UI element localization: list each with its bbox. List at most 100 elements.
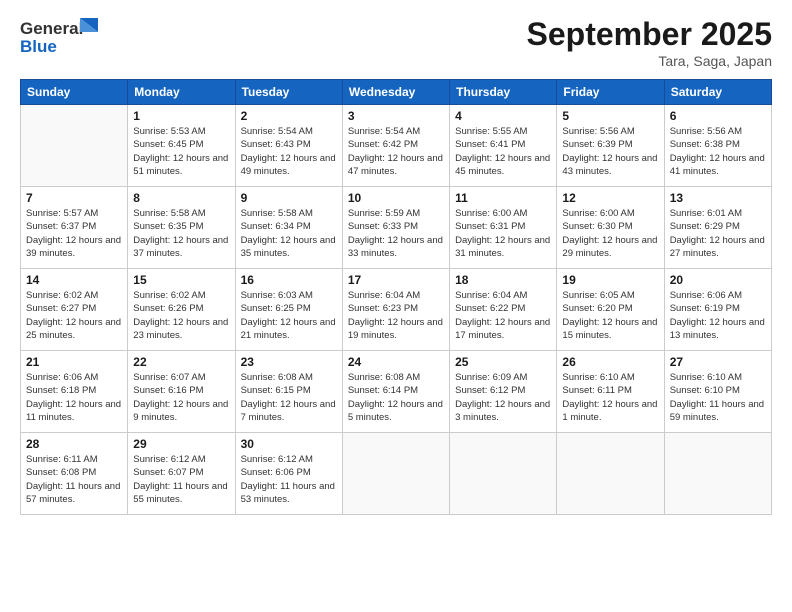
day-number: 27 [670,355,766,369]
day-number: 13 [670,191,766,205]
day-info: Sunrise: 5:56 AMSunset: 6:39 PMDaylight:… [562,125,658,178]
day-info: Sunrise: 6:11 AMSunset: 6:08 PMDaylight:… [26,453,122,506]
day-number: 20 [670,273,766,287]
day-info: Sunrise: 6:02 AMSunset: 6:27 PMDaylight:… [26,289,122,342]
calendar-cell: 3Sunrise: 5:54 AMSunset: 6:42 PMDaylight… [342,105,449,187]
calendar-cell: 7 Sunrise: 5:57 AMSunset: 6:37 PMDaylight… [21,187,128,269]
calendar-cell: 14 Sunrise: 6:02 AMSunset: 6:27 PMDayligh… [21,269,128,351]
calendar-cell: 5Sunrise: 5:56 AMSunset: 6:39 PMDaylight… [557,105,664,187]
title-area: September 2025 Tara, Saga, Japan [527,16,772,69]
calendar-cell: 15 Sunrise: 6:02 AMSunset: 6:26 PMDayligh… [128,269,235,351]
day-info: Sunrise: 5:54 AMSunset: 6:43 PMDaylight:… [241,125,337,178]
day-info: Sunrise: 6:00 AMSunset: 6:30 PMDaylight:… [562,207,658,260]
header: General Blue September 2025 Tara, Saga, … [20,16,772,69]
day-number: 4 [455,109,551,123]
day-number: 8 [133,191,229,205]
calendar-table: Sunday Monday Tuesday Wednesday Thursday… [20,79,772,515]
day-info: Sunrise: 6:06 AMSunset: 6:19 PMDaylight:… [670,289,766,342]
day-number: 7 [26,191,122,205]
day-number: 26 [562,355,658,369]
calendar-cell: 28 Sunrise: 6:11 AMSunset: 6:08 PMDayligh… [21,433,128,515]
calendar-cell: 24Sunrise: 6:08 AMSunset: 6:14 PMDayligh… [342,351,449,433]
day-info: Sunrise: 6:02 AMSunset: 6:26 PMDaylight:… [133,289,229,342]
calendar-cell: 27 Sunrise: 6:10 AMSunset: 6:10 PMDayligh… [664,351,771,433]
day-info: Sunrise: 5:55 AMSunset: 6:41 PMDaylight:… [455,125,551,178]
day-number: 30 [241,437,337,451]
day-info: Sunrise: 6:01 AMSunset: 6:29 PMDaylight:… [670,207,766,260]
day-number: 12 [562,191,658,205]
calendar-cell: 29 Sunrise: 6:12 AMSunset: 6:07 PMDayligh… [128,433,235,515]
day-info: Sunrise: 5:56 AMSunset: 6:38 PMDaylight:… [670,125,766,178]
calendar-cell: 12 Sunrise: 6:00 AMSunset: 6:30 PMDayligh… [557,187,664,269]
day-info: Sunrise: 5:57 AMSunset: 6:37 PMDaylight:… [26,207,122,260]
day-number: 10 [348,191,444,205]
day-number: 24 [348,355,444,369]
calendar-cell: 18 Sunrise: 6:04 AMSunset: 6:22 PMDayligh… [450,269,557,351]
day-info: Sunrise: 6:12 AMSunset: 6:07 PMDaylight:… [133,453,229,506]
calendar-cell: 4 Sunrise: 5:55 AMSunset: 6:41 PMDaylight… [450,105,557,187]
day-info: Sunrise: 6:10 AMSunset: 6:10 PMDaylight:… [670,371,766,424]
day-info: Sunrise: 5:58 AMSunset: 6:34 PMDaylight:… [241,207,337,260]
calendar-cell: 25 Sunrise: 6:09 AMSunset: 6:12 PMDayligh… [450,351,557,433]
day-number: 17 [348,273,444,287]
calendar-cell: 30 Sunrise: 6:12 AMSunset: 6:06 PMDayligh… [235,433,342,515]
calendar-week-3: 14 Sunrise: 6:02 AMSunset: 6:27 PMDayligh… [21,269,772,351]
calendar-week-4: 21 Sunrise: 6:06 AMSunset: 6:18 PMDayligh… [21,351,772,433]
day-number: 1 [133,109,229,123]
day-info: Sunrise: 5:59 AMSunset: 6:33 PMDaylight:… [348,207,444,260]
calendar-cell [342,433,449,515]
calendar-cell: 6Sunrise: 5:56 AMSunset: 6:38 PMDaylight… [664,105,771,187]
day-number: 18 [455,273,551,287]
col-friday: Friday [557,80,664,105]
day-number: 14 [26,273,122,287]
day-number: 29 [133,437,229,451]
calendar-cell: 21 Sunrise: 6:06 AMSunset: 6:18 PMDayligh… [21,351,128,433]
calendar-cell [450,433,557,515]
day-number: 9 [241,191,337,205]
month-title: September 2025 [527,16,772,53]
day-number: 16 [241,273,337,287]
col-wednesday: Wednesday [342,80,449,105]
calendar-week-5: 28 Sunrise: 6:11 AMSunset: 6:08 PMDayligh… [21,433,772,515]
day-info: Sunrise: 6:12 AMSunset: 6:06 PMDaylight:… [241,453,337,506]
day-number: 11 [455,191,551,205]
svg-text:Blue: Blue [20,37,57,56]
day-number: 2 [241,109,337,123]
svg-text:General: General [20,19,83,38]
logo-svg: General Blue [20,16,110,58]
calendar-header-row: Sunday Monday Tuesday Wednesday Thursday… [21,80,772,105]
calendar-cell: 2 Sunrise: 5:54 AMSunset: 6:43 PMDaylight… [235,105,342,187]
calendar-cell: 13 Sunrise: 6:01 AMSunset: 6:29 PMDayligh… [664,187,771,269]
col-monday: Monday [128,80,235,105]
day-info: Sunrise: 6:04 AMSunset: 6:22 PMDaylight:… [455,289,551,342]
calendar-cell: 10 Sunrise: 5:59 AMSunset: 6:33 PMDayligh… [342,187,449,269]
calendar-cell: 11 Sunrise: 6:00 AMSunset: 6:31 PMDayligh… [450,187,557,269]
calendar-cell [21,105,128,187]
calendar-cell: 8Sunrise: 5:58 AMSunset: 6:35 PMDaylight… [128,187,235,269]
day-number: 22 [133,355,229,369]
calendar-week-1: 1 Sunrise: 5:53 AMSunset: 6:45 PMDaylight… [21,105,772,187]
day-info: Sunrise: 6:04 AMSunset: 6:23 PMDaylight:… [348,289,444,342]
day-number: 28 [26,437,122,451]
day-info: Sunrise: 6:05 AMSunset: 6:20 PMDaylight:… [562,289,658,342]
day-number: 15 [133,273,229,287]
day-number: 3 [348,109,444,123]
day-info: Sunrise: 6:06 AMSunset: 6:18 PMDaylight:… [26,371,122,424]
day-info: Sunrise: 6:10 AMSunset: 6:11 PMDaylight:… [562,371,658,424]
calendar-cell: 22 Sunrise: 6:07 AMSunset: 6:16 PMDayligh… [128,351,235,433]
day-info: Sunrise: 6:08 AMSunset: 6:15 PMDaylight:… [241,371,337,424]
calendar-cell: 9 Sunrise: 5:58 AMSunset: 6:34 PMDaylight… [235,187,342,269]
day-info: Sunrise: 5:53 AMSunset: 6:45 PMDaylight:… [133,125,229,178]
day-info: Sunrise: 6:09 AMSunset: 6:12 PMDaylight:… [455,371,551,424]
col-thursday: Thursday [450,80,557,105]
day-number: 25 [455,355,551,369]
calendar-cell: 20 Sunrise: 6:06 AMSunset: 6:19 PMDayligh… [664,269,771,351]
day-info: Sunrise: 6:07 AMSunset: 6:16 PMDaylight:… [133,371,229,424]
day-number: 21 [26,355,122,369]
calendar-cell: 19Sunrise: 6:05 AMSunset: 6:20 PMDayligh… [557,269,664,351]
calendar-cell [664,433,771,515]
calendar-week-2: 7 Sunrise: 5:57 AMSunset: 6:37 PMDaylight… [21,187,772,269]
calendar-cell: 26 Sunrise: 6:10 AMSunset: 6:11 PMDayligh… [557,351,664,433]
calendar-cell: 23Sunrise: 6:08 AMSunset: 6:15 PMDayligh… [235,351,342,433]
day-info: Sunrise: 6:00 AMSunset: 6:31 PMDaylight:… [455,207,551,260]
